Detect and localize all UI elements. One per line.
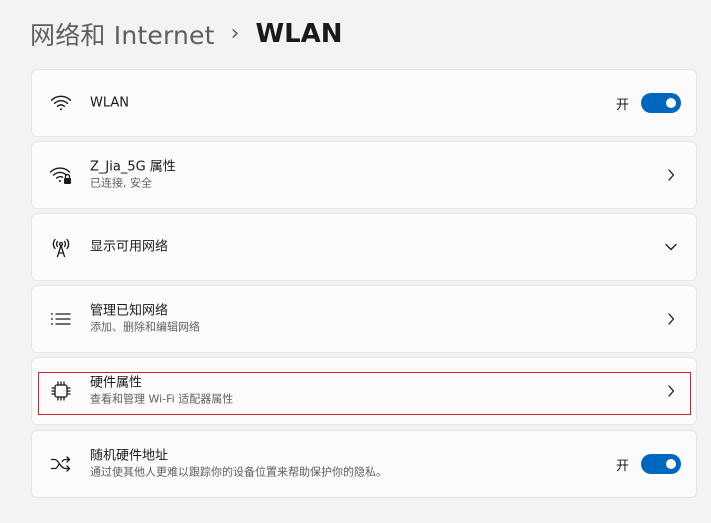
network-properties-text: Z_Jia_5G 属性 已连接, 安全 [90,159,176,192]
network-properties-status: 已连接, 安全 [90,176,152,190]
wlan-toggle-card[interactable]: WLAN 开 [31,69,697,137]
wlan-toggle-state: 开 [615,97,629,113]
show-available-networks-text: 显示可用网络 [90,239,168,256]
breadcrumb-separator: › [230,20,240,46]
chevron-right-icon [664,384,678,398]
random-hw-toggle-state: 开 [615,458,629,474]
manage-known-networks-desc: 添加、删除和编辑网络 [90,320,200,334]
chevron-right-icon [664,312,678,326]
network-properties-title: Z_Jia_5G 属性 [90,159,176,175]
wlan-toggle-group: 开 [616,93,681,113]
wifi-secure-icon [49,163,73,187]
page-title: WLAN [255,19,343,49]
manage-known-networks-text: 管理已知网络 添加、删除和编辑网络 [90,303,200,336]
hardware-properties-desc: 查看和管理 Wi-Fi 适配器属性 [90,392,234,406]
list-icon [49,307,73,331]
random-hw-toggle-group: 开 [616,454,681,474]
random-hardware-address-text: 随机硬件地址 通过使其他人更难以跟踪你的设备位置来帮助保护你的隐私。 [90,448,387,481]
breadcrumb: 网络和 Internet › WLAN [30,12,343,56]
show-available-networks-title: 显示可用网络 [90,239,169,255]
random-hardware-address-desc: 通过使其他人更难以跟踪你的设备位置来帮助保护你的隐私。 [90,465,387,479]
random-hardware-address-card[interactable]: 随机硬件地址 通过使其他人更难以跟踪你的设备位置来帮助保护你的隐私。 开 [31,430,697,498]
show-available-networks-card[interactable]: 显示可用网络 [31,213,697,281]
shuffle-icon [49,452,73,476]
manage-known-networks-title: 管理已知网络 [90,303,169,319]
network-properties-card[interactable]: Z_Jia_5G 属性 已连接, 安全 [31,141,697,209]
manage-known-networks-card[interactable]: 管理已知网络 添加、删除和编辑网络 [31,285,697,353]
toggle-knob [666,459,676,469]
wlan-title: WLAN [90,95,130,111]
chevron-right-icon [664,168,678,182]
random-hw-toggle-switch[interactable] [641,454,681,474]
breadcrumb-parent[interactable]: 网络和 Internet [30,16,215,52]
random-hardware-address-title: 随机硬件地址 [90,448,169,464]
hardware-properties-card[interactable]: 硬件属性 查看和管理 Wi-Fi 适配器属性 [31,357,697,425]
hardware-properties-text: 硬件属性 查看和管理 Wi-Fi 适配器属性 [90,375,233,408]
wlan-text: WLAN [90,95,129,112]
antenna-icon [49,235,73,259]
wlan-toggle-switch[interactable] [641,93,681,113]
chip-icon [49,379,73,403]
hardware-properties-title: 硬件属性 [90,375,143,391]
chevron-down-icon [664,240,678,254]
wifi-icon [49,91,73,115]
toggle-knob [666,98,676,108]
